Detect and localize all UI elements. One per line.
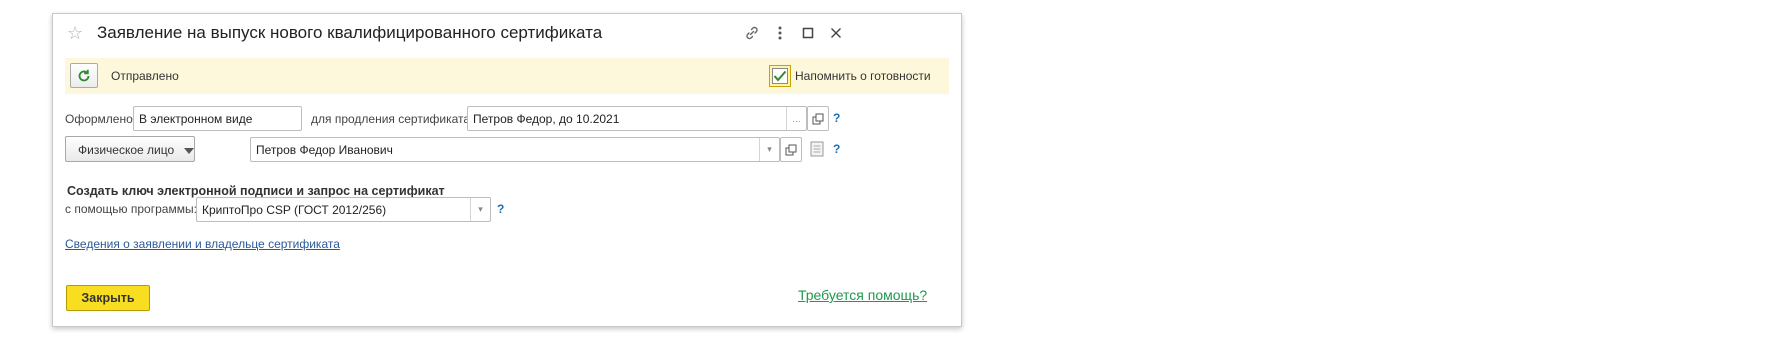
owner-dropdown-icon[interactable]: ▾ <box>759 138 779 161</box>
issued-value: В электронном виде <box>139 112 253 126</box>
program-label: с помощью программы: <box>65 202 197 216</box>
owner-name-field[interactable]: Петров Федор Иванович ▾ <box>250 137 780 162</box>
key-section-heading: Создать ключ электронной подписи и запро… <box>67 184 445 198</box>
link-icon[interactable] <box>741 22 763 44</box>
renewal-label: для продления сертификата: <box>311 112 474 126</box>
program-field[interactable]: КриптоПро CSP (ГОСТ 2012/256) ▾ <box>196 197 491 222</box>
renewal-value: Петров Федор, до 10.2021 <box>473 112 620 126</box>
close-button[interactable]: Закрыть <box>66 285 150 311</box>
program-value: КриптоПро CSP (ГОСТ 2012/256) <box>202 203 387 217</box>
program-help-icon[interactable]: ? <box>497 202 504 216</box>
remind-checkbox[interactable] <box>769 65 791 87</box>
dropdown-arrow-icon <box>184 147 195 154</box>
owner-help-icon[interactable]: ? <box>833 142 840 156</box>
issued-field[interactable]: В электронном виде <box>133 106 302 131</box>
owner-type-dropdown[interactable]: Физическое лицо <box>65 136 195 162</box>
choose-button[interactable]: … <box>786 107 806 130</box>
details-link[interactable]: Сведения о заявлении и владельце сертифи… <box>65 237 340 251</box>
issued-label: Оформлено: <box>65 112 137 126</box>
refresh-button[interactable] <box>70 63 98 88</box>
certificate-request-window: ☆ Заявление на выпуск нового квалифициро… <box>52 13 962 327</box>
window-title: Заявление на выпуск нового квалифицирова… <box>97 23 603 42</box>
title-bar: ☆ Заявление на выпуск нового квалифициро… <box>53 14 961 52</box>
more-actions-icon[interactable] <box>769 22 791 44</box>
refresh-icon <box>78 69 90 81</box>
favorite-star-icon[interactable]: ☆ <box>67 24 85 42</box>
owner-type-value: Физическое лицо <box>78 143 175 157</box>
open-window-icon <box>812 113 824 124</box>
status-banner: Отправлено Напомнить о готовности <box>65 58 949 94</box>
document-icon[interactable] <box>810 141 824 160</box>
remind-label[interactable]: Напомнить о готовности <box>795 69 931 83</box>
close-icon[interactable] <box>825 22 847 44</box>
maximize-icon[interactable] <box>797 22 819 44</box>
open-window-icon <box>785 144 797 155</box>
program-dropdown-icon[interactable]: ▾ <box>470 198 490 221</box>
renewal-certificate-field[interactable]: Петров Федор, до 10.2021 … <box>467 106 807 131</box>
owner-name-value: Петров Федор Иванович <box>256 143 393 157</box>
checkmark-icon <box>773 70 787 82</box>
open-renewal-button[interactable] <box>807 106 829 131</box>
open-owner-button[interactable] <box>780 137 802 162</box>
status-text: Отправлено <box>111 69 179 83</box>
renewal-help-icon[interactable]: ? <box>833 111 840 125</box>
help-link[interactable]: Требуется помощь? <box>798 287 927 303</box>
